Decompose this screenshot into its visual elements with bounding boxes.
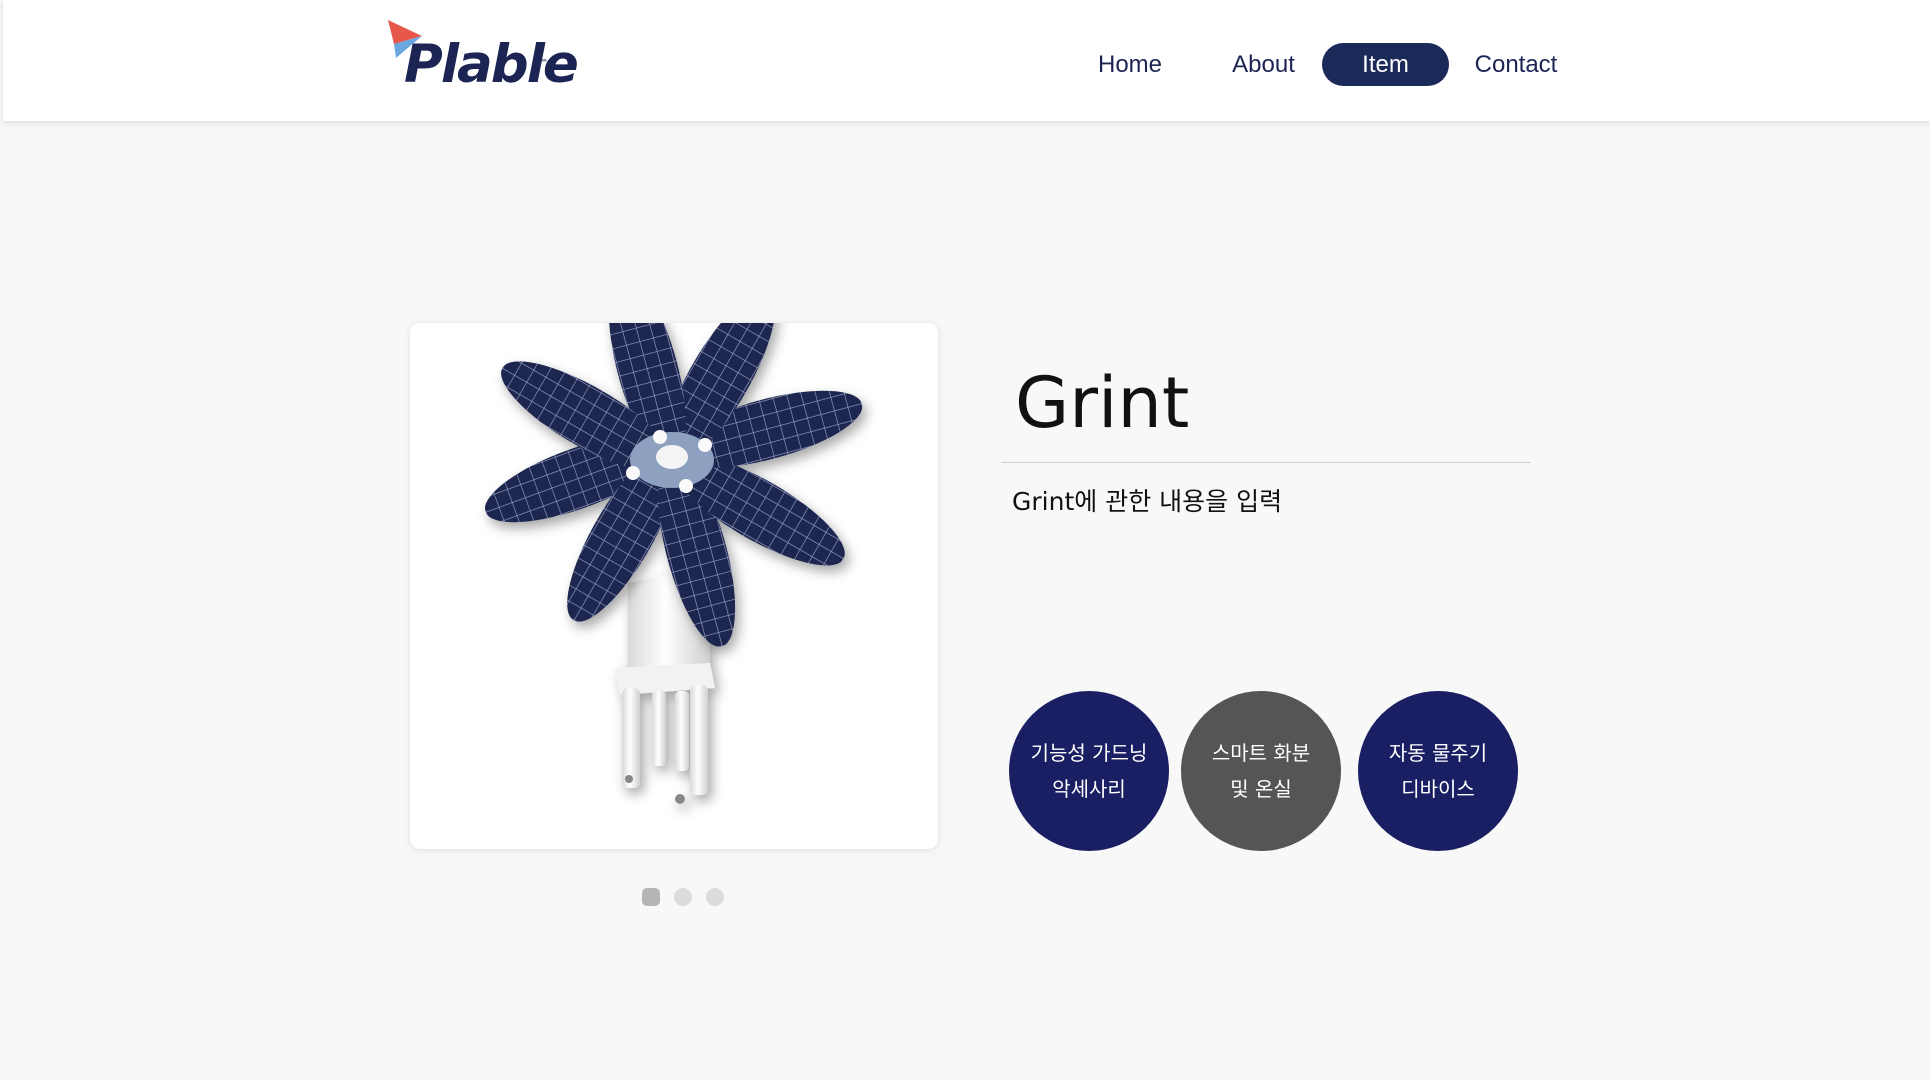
tag-gardening-accessory[interactable]: 기능성 가드닝 악세사리 xyxy=(1009,691,1169,851)
product-image-card xyxy=(410,323,938,849)
tag-line: 디바이스 xyxy=(1401,777,1475,801)
title-divider xyxy=(1001,462,1531,463)
site-header: Plable ™ Home About Item Contact xyxy=(3,0,1930,121)
tag-line: 자동 물주기 xyxy=(1388,741,1488,765)
tag-smart-pot[interactable]: 스마트 화분 및 온실 xyxy=(1181,691,1341,851)
carousel-indicators xyxy=(642,888,724,906)
tag-line: 스마트 화분 xyxy=(1211,741,1311,765)
tag-line: 기능성 가드닝 xyxy=(1030,741,1148,765)
product-title: Grint xyxy=(1015,362,1190,444)
product-description: Grint에 관한 내용을 입력 xyxy=(1012,487,1283,516)
nav-item-active[interactable]: Item xyxy=(1322,43,1449,86)
tag-auto-watering[interactable]: 자동 물주기 디바이스 xyxy=(1358,691,1518,851)
nav-home[interactable]: Home xyxy=(1078,43,1182,86)
logo-wordmark: Plable xyxy=(404,34,579,95)
nav-contact[interactable]: Contact xyxy=(1463,43,1569,86)
logo-trademark: ™ xyxy=(540,58,548,67)
carousel-dot-1[interactable] xyxy=(642,888,660,906)
solar-flower-device-image xyxy=(484,323,863,804)
carousel-dot-3[interactable] xyxy=(706,888,724,906)
nav-about[interactable]: About xyxy=(1217,43,1310,86)
tag-line: 악세사리 xyxy=(1052,777,1126,801)
tag-line: 및 온실 xyxy=(1230,777,1292,801)
carousel-dot-2[interactable] xyxy=(674,888,692,906)
plable-logo[interactable]: Plable ™ xyxy=(386,18,579,102)
